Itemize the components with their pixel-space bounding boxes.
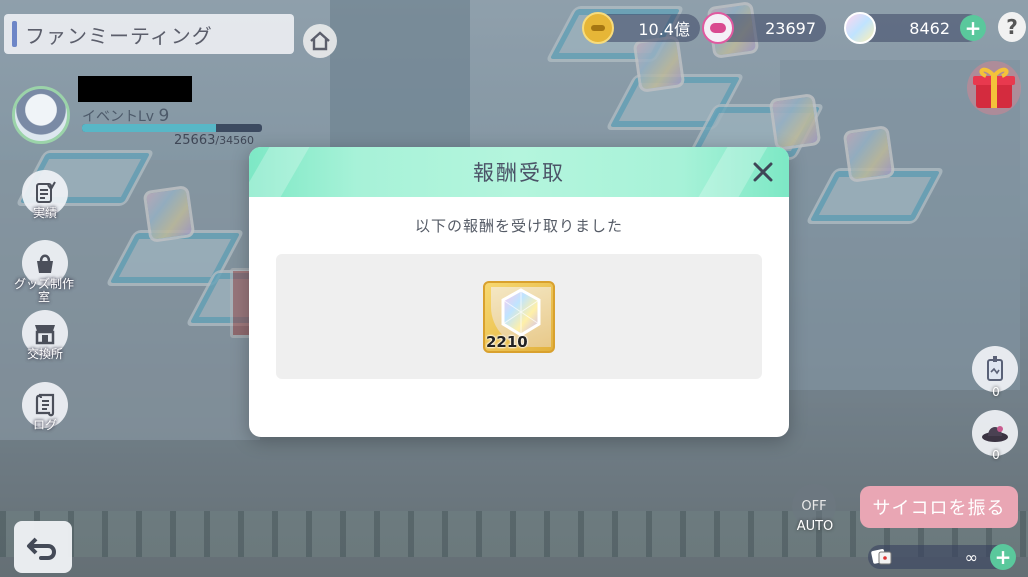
close-button[interactable] <box>747 156 779 188</box>
reward-item[interactable]: 2210 <box>483 281 555 353</box>
home-button[interactable] <box>303 24 337 58</box>
reward-dialog-message: 以下の報酬を受け取りました <box>414 217 623 235</box>
help-button[interactable]: ? <box>998 12 1026 42</box>
reward-dialog: 報酬受取 以下の報酬を受け取りました 2210 <box>249 147 789 437</box>
achievements-label: 実績 <box>32 206 57 220</box>
achievements-icon <box>36 181 56 203</box>
gift-icon <box>967 61 1021 115</box>
item-slot-2-count: 0 <box>992 448 1000 462</box>
log-label: ログ <box>32 418 57 432</box>
add-dice-button[interactable]: + <box>990 544 1016 570</box>
player-name-redacted <box>78 76 192 102</box>
dice-counter: ∞ + <box>868 544 1016 570</box>
gem-counter: 8462 + <box>844 12 986 44</box>
ticket-counter: 23697 <box>702 12 826 44</box>
dice-remaining: ∞ <box>964 547 978 567</box>
shop-icon <box>35 325 55 345</box>
ticket-amount: 23697 <box>765 18 816 38</box>
auto-toggle-state: OFF <box>801 498 827 514</box>
exp-max: /34560 <box>215 134 255 147</box>
item-slot-1-count: 0 <box>992 385 1000 399</box>
roll-dice-button[interactable]: サイコロを振る <box>860 486 1018 528</box>
goods-bag-icon <box>37 254 53 273</box>
title-accent <box>12 21 17 47</box>
back-button[interactable] <box>14 521 72 573</box>
event-level-label: イベントLv <box>82 109 155 125</box>
add-gems-button[interactable]: + <box>960 15 986 41</box>
coin-icon <box>582 12 614 44</box>
reward-list: 2210 <box>276 254 762 379</box>
gift-box-button[interactable] <box>964 56 1024 116</box>
goods-workshop-label: グッズ制作室 <box>14 277 75 304</box>
home-icon <box>310 31 330 51</box>
exp-readout: 25663/34560 <box>174 133 254 148</box>
dice-icon <box>871 549 892 565</box>
scroll-icon <box>35 393 55 417</box>
gem-icon <box>844 12 876 44</box>
exchange-label: 交換所 <box>26 347 63 361</box>
reward-dialog-title: 報酬受取 <box>473 161 565 185</box>
reward-dialog-header: 報酬受取 <box>249 147 789 197</box>
coin-amount: 10.4億 <box>638 20 690 39</box>
reward-quantity: 2210 <box>486 333 528 351</box>
close-icon <box>753 162 773 182</box>
screen-title: ファンミーティング <box>25 23 213 48</box>
back-arrow-icon <box>27 537 56 560</box>
exp-progress-fill <box>82 124 216 132</box>
ticket-icon <box>702 12 734 44</box>
gem-amount: 8462 <box>909 18 950 38</box>
rainbow-gem-icon <box>501 288 541 337</box>
coin-counter: 10.4億 <box>582 12 700 44</box>
header-decoration <box>249 147 310 197</box>
event-level-number: 9 <box>158 106 170 126</box>
exp-progress-bar <box>82 124 262 132</box>
auto-label: AUTO <box>796 519 834 534</box>
roll-dice-label: サイコロを振る <box>872 498 1006 519</box>
hat-item-icon <box>982 426 1008 442</box>
screen-title-banner: ファンミーティング <box>4 14 294 54</box>
exp-current: 25663 <box>174 133 216 148</box>
player-avatar[interactable] <box>12 86 70 144</box>
event-level: イベントLv 9 <box>82 106 169 126</box>
card-item-icon <box>987 356 1003 381</box>
